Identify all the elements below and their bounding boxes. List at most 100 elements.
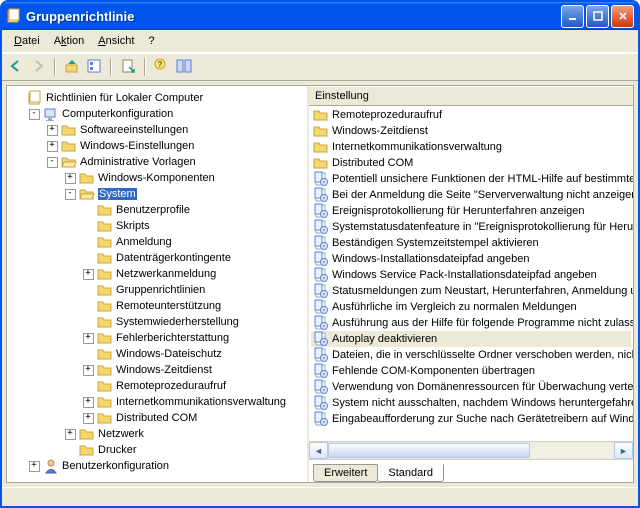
menu-view[interactable]: Ansicht xyxy=(92,33,140,49)
tree-item[interactable]: Systemwiederherstellung xyxy=(7,314,307,330)
titlebar[interactable]: Gruppenrichtlinie xyxy=(2,2,638,30)
list-item[interactable]: System nicht ausschalten, nachdem Window… xyxy=(311,395,631,411)
list-item-label: Remoteprozeduraufruf xyxy=(332,109,442,121)
expand-toggle[interactable]: + xyxy=(43,138,61,154)
expand-toggle[interactable]: - xyxy=(43,154,61,170)
folder-icon xyxy=(313,155,329,171)
list-item-label: Internetkommunikationsverwaltung xyxy=(332,141,502,153)
list-item[interactable]: Remoteprozeduraufruf xyxy=(311,107,631,123)
tree-root[interactable]: Richtlinien für Lokaler Computer xyxy=(7,90,307,106)
properties-button[interactable] xyxy=(86,58,102,77)
tree-windows-components[interactable]: +Windows-Komponenten xyxy=(7,170,307,186)
scroll-left-button[interactable]: ◄ xyxy=(309,442,328,459)
tree-user-config[interactable]: +Benutzerkonfiguration xyxy=(7,458,307,474)
list-item[interactable]: Fehlende COM-Komponenten übertragen xyxy=(311,363,631,379)
window-title: Gruppenrichtlinie xyxy=(26,9,561,24)
close-button[interactable] xyxy=(611,5,634,28)
up-button[interactable] xyxy=(64,58,80,77)
menu-action[interactable]: Aktion xyxy=(48,33,91,49)
column-header-setting[interactable]: Einstellung xyxy=(309,86,633,106)
show-hide-button[interactable] xyxy=(176,58,192,77)
list-item-label: Bei der Anmeldung die Seite "Serververwa… xyxy=(332,189,633,201)
tree-item[interactable]: Anmeldung xyxy=(7,234,307,250)
setting-icon xyxy=(313,299,329,315)
tree-item[interactable]: +Distributed COM xyxy=(7,410,307,426)
tree-item[interactable]: Windows-Dateischutz xyxy=(7,346,307,362)
tree-software-settings[interactable]: +Softwareeinstellungen xyxy=(7,122,307,138)
expand-toggle[interactable]: + xyxy=(79,266,97,282)
help-button[interactable]: ? xyxy=(154,58,170,77)
folder-icon xyxy=(313,139,329,155)
expand-toggle[interactable]: + xyxy=(61,170,79,186)
expand-toggle[interactable]: + xyxy=(79,362,97,378)
folder-icon xyxy=(61,138,77,154)
settings-list[interactable]: Remoteprozeduraufruf Windows-Zeitdienst In… xyxy=(309,106,633,441)
tree-system[interactable]: -System xyxy=(7,186,307,202)
list-item-label: Beständigen Systemzeitstempel aktivieren xyxy=(332,237,539,249)
tree-windows-settings[interactable]: +Windows-Einstellungen xyxy=(7,138,307,154)
folder-icon xyxy=(79,426,95,442)
menu-file[interactable]: Datei xyxy=(8,33,46,49)
scroll-right-button[interactable]: ► xyxy=(614,442,633,459)
tree-printer[interactable]: Drucker xyxy=(7,442,307,458)
expand-toggle[interactable]: + xyxy=(43,122,61,138)
expand-toggle[interactable]: + xyxy=(61,426,79,442)
list-item[interactable]: Statusmeldungen zum Neustart, Herunterfa… xyxy=(311,283,631,299)
expand-toggle[interactable]: + xyxy=(79,410,97,426)
tree-item[interactable]: Remoteunterstützung xyxy=(7,298,307,314)
menu-help[interactable]: ? xyxy=(142,33,160,49)
scroll-track[interactable] xyxy=(328,443,614,458)
minimize-button[interactable] xyxy=(561,5,584,28)
list-item[interactable]: Bei der Anmeldung die Seite "Serververwa… xyxy=(311,187,631,203)
scroll-thumb[interactable] xyxy=(328,443,530,458)
tree-network[interactable]: +Netzwerk xyxy=(7,426,307,442)
tree-item[interactable]: Remoteprozeduraufruf xyxy=(7,378,307,394)
folder-icon xyxy=(97,202,113,218)
tab-erweitert[interactable]: Erweitert xyxy=(313,464,378,482)
expand-toggle[interactable]: - xyxy=(61,186,79,202)
tree-item[interactable]: +Fehlerberichterstattung xyxy=(7,330,307,346)
list-item[interactable]: Ereignisprotokollierung für Herunterfahr… xyxy=(311,203,631,219)
expand-toggle[interactable]: + xyxy=(25,458,43,474)
list-item[interactable]: Dateien, die in verschlüsselte Ordner ve… xyxy=(311,347,631,363)
horizontal-scrollbar[interactable]: ◄ ► xyxy=(309,441,633,459)
export-button[interactable] xyxy=(120,58,136,77)
tree-item[interactable]: +Internetkommunikationsverwaltung xyxy=(7,394,307,410)
list-item-label: Ereignisprotokollierung für Herunterfahr… xyxy=(332,205,585,217)
maximize-button[interactable] xyxy=(586,5,609,28)
folder-icon xyxy=(313,107,329,123)
list-item[interactable]: Windows-Installationsdateipfad angeben xyxy=(311,251,631,267)
expand-toggle[interactable]: + xyxy=(79,394,97,410)
tree-item[interactable]: +Windows-Zeitdienst xyxy=(7,362,307,378)
list-item[interactable]: Systemstatusdatenfeature in "Ereignispro… xyxy=(311,219,631,235)
tree-computer-config[interactable]: -Computerkonfiguration xyxy=(7,106,307,122)
tree-item[interactable]: +Netzwerkanmeldung xyxy=(7,266,307,282)
list-item[interactable]: Windows Service Pack-Installationsdateip… xyxy=(311,267,631,283)
folder-icon xyxy=(97,314,113,330)
list-item-label: Distributed COM xyxy=(332,157,413,169)
expand-toggle[interactable]: - xyxy=(25,106,43,122)
tab-standard[interactable]: Standard xyxy=(377,464,444,482)
tree-admin-templates[interactable]: -Administrative Vorlagen xyxy=(7,154,307,170)
folder-icon xyxy=(97,266,113,282)
tree-item[interactable]: Skripts xyxy=(7,218,307,234)
list-item[interactable]: Windows-Zeitdienst xyxy=(311,123,631,139)
tree-pane[interactable]: Richtlinien für Lokaler Computer-Compute… xyxy=(7,86,309,482)
folder-icon xyxy=(97,362,113,378)
list-item[interactable]: Autoplay deaktivieren xyxy=(311,331,631,347)
list-item[interactable]: Ausführung aus der Hilfe für folgende Pr… xyxy=(311,315,631,331)
list-item[interactable]: Internetkommunikationsverwaltung xyxy=(311,139,631,155)
tree-item[interactable]: Datenträgerkontingente xyxy=(7,250,307,266)
list-item[interactable]: Ausführliche im Vergleich zu normalen Me… xyxy=(311,299,631,315)
folder-icon xyxy=(97,282,113,298)
tree-item[interactable]: Benutzerprofile xyxy=(7,202,307,218)
list-item[interactable]: Potentiell unsichere Funktionen der HTML… xyxy=(311,171,631,187)
expand-toggle[interactable]: + xyxy=(79,330,97,346)
list-item[interactable]: Verwendung von Domänenressourcen für Übe… xyxy=(311,379,631,395)
back-button[interactable] xyxy=(8,58,24,77)
list-item[interactable]: Distributed COM xyxy=(311,155,631,171)
tree-item[interactable]: Gruppenrichtlinien xyxy=(7,282,307,298)
list-item[interactable]: Beständigen Systemzeitstempel aktivieren xyxy=(311,235,631,251)
list-item[interactable]: Eingabeaufforderung zur Suche nach Gerät… xyxy=(311,411,631,427)
forward-button xyxy=(30,58,46,77)
